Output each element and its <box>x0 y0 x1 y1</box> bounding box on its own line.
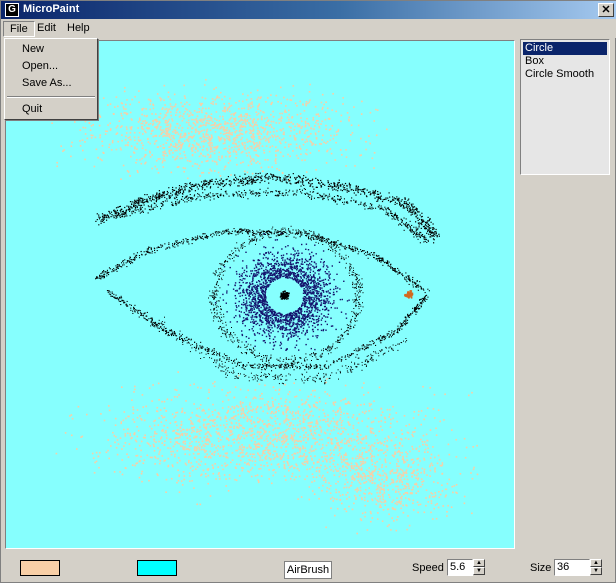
shape-listbox[interactable]: Circle Box Circle Smooth <box>520 39 610 175</box>
menu-edit[interactable]: Edit <box>31 21 62 37</box>
title-bar[interactable]: G MicroPaint ✕ <box>1 1 616 19</box>
speed-label: Speed <box>412 562 444 574</box>
speed-spinner[interactable]: ▲ ▼ <box>473 559 485 576</box>
size-label: Size <box>530 562 552 574</box>
tool-options-bar: AirBrush Speed 5.6 ▲ ▼ Size 36 ▲ ▼ <box>1 553 616 583</box>
speed-input[interactable]: 5.6 <box>447 559 473 576</box>
size-spinner[interactable]: ▲ ▼ <box>590 559 602 576</box>
shape-item-box[interactable]: Box <box>523 55 607 68</box>
size-up-arrow-icon[interactable]: ▲ <box>590 559 602 567</box>
menu-item-open[interactable]: Open... <box>22 60 58 72</box>
app-icon[interactable]: G <box>5 3 19 17</box>
menu-bar: File Edit Help <box>1 19 616 38</box>
secondary-color-swatch[interactable] <box>137 560 177 576</box>
micropaint-window: G MicroPaint ✕ File Edit Help New Open..… <box>0 0 616 583</box>
menu-item-save-as[interactable]: Save As... <box>22 77 72 89</box>
window-title: MicroPaint <box>23 3 80 15</box>
menu-item-new[interactable]: New <box>22 43 44 55</box>
menu-help[interactable]: Help <box>61 21 96 37</box>
close-button[interactable]: ✕ <box>598 3 614 17</box>
shape-item-circle-smooth[interactable]: Circle Smooth <box>523 68 607 81</box>
size-input[interactable]: 36 <box>554 559 590 576</box>
speed-up-arrow-icon[interactable]: ▲ <box>473 559 485 567</box>
menu-item-quit[interactable]: Quit <box>22 103 42 115</box>
menu-file[interactable]: File <box>3 21 35 37</box>
file-menu-dropdown: New Open... Save As... Quit <box>4 38 98 120</box>
primary-color-swatch[interactable] <box>20 560 60 576</box>
menu-separator <box>7 96 95 98</box>
speed-down-arrow-icon[interactable]: ▼ <box>473 567 485 575</box>
size-down-arrow-icon[interactable]: ▼ <box>590 567 602 575</box>
airbrush-tool-button[interactable]: AirBrush <box>284 561 332 579</box>
shape-item-circle[interactable]: Circle <box>523 42 607 55</box>
